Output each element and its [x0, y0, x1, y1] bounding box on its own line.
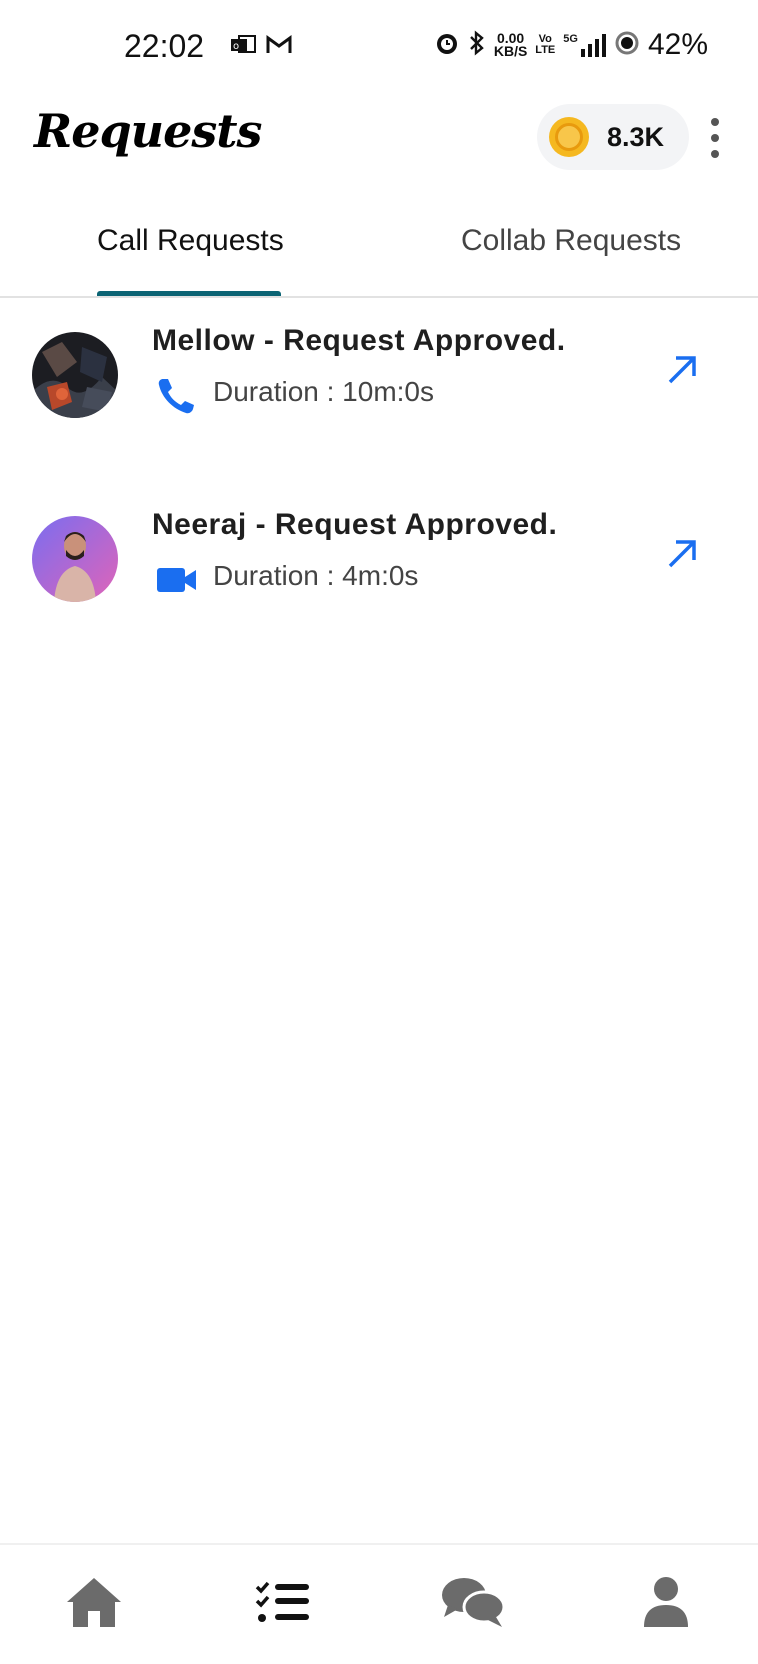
checklist-icon	[255, 1579, 311, 1630]
status-time: 22:02	[124, 28, 205, 64]
status-system-icons: 0.00 KB/S Vo LTE 5G 42%	[434, 28, 708, 62]
coin-icon	[549, 117, 589, 157]
nav-home[interactable]	[61, 1574, 127, 1634]
nav-profile[interactable]	[633, 1574, 699, 1634]
nav-chat[interactable]	[440, 1574, 506, 1634]
signal-icon: 5G	[563, 33, 606, 57]
tab-divider	[0, 296, 758, 298]
bluetooth-icon	[468, 29, 486, 61]
phone-icon	[155, 376, 199, 416]
battery-level: 42%	[647, 28, 708, 61]
page-title: Requests	[34, 104, 262, 158]
more-options-button[interactable]	[700, 118, 730, 158]
avatar	[32, 332, 118, 418]
request-duration: Duration : 10m:0s	[213, 376, 434, 407]
request-item[interactable]: Neeraj - Request Approved. Duration : 4m…	[0, 492, 758, 612]
more-dot	[711, 118, 719, 126]
profile-icon	[641, 1575, 691, 1634]
coin-balance: 8.3K	[607, 121, 665, 152]
request-title: Mellow - Request Approved.	[152, 324, 566, 357]
nav-requests[interactable]	[250, 1574, 316, 1634]
request-title: Neeraj - Request Approved.	[152, 508, 558, 541]
more-dot	[711, 150, 719, 158]
open-arrow-icon[interactable]	[664, 534, 702, 572]
avatar	[32, 516, 118, 602]
net-speed: 0.00 KB/S	[493, 30, 528, 59]
volte-indicator: Vo LTE	[535, 33, 556, 56]
battery-saver-icon	[614, 30, 640, 61]
open-arrow-icon[interactable]	[664, 350, 702, 388]
alarm-icon	[434, 30, 460, 61]
request-duration: Duration : 4m:0s	[213, 560, 419, 591]
notification-icons: o	[230, 34, 292, 61]
coin-balance-pill[interactable]: 8.3K	[537, 104, 689, 170]
more-dot	[711, 134, 719, 142]
email-icon: o	[230, 34, 256, 61]
bottom-nav-divider	[0, 1543, 758, 1545]
request-item[interactable]: Mellow - Request Approved. Duration : 10…	[0, 308, 758, 428]
home-icon	[64, 1575, 124, 1634]
video-icon	[155, 560, 199, 600]
tab-call-requests[interactable]: Call Requests	[97, 224, 284, 258]
chat-icon	[440, 1575, 506, 1634]
svg-text:o: o	[233, 41, 239, 52]
gmail-icon	[266, 35, 292, 60]
status-bar: 22:02 o 0.00 KB/S Vo LTE 5G 42%	[0, 0, 758, 96]
tab-collab-requests[interactable]: Collab Requests	[461, 224, 681, 258]
